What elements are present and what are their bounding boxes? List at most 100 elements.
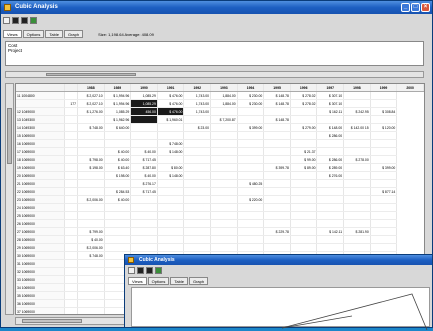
table-cell[interactable]: $ 2,027.10 [77, 99, 105, 108]
table-cell[interactable] [130, 227, 158, 236]
table-cell[interactable]: $ 40.00 [130, 147, 158, 156]
table-cell[interactable] [263, 219, 291, 228]
table-cell[interactable] [343, 195, 371, 204]
scrollbar-thumb[interactable] [46, 73, 136, 76]
table-cell[interactable] [183, 187, 212, 196]
table-cell[interactable] [77, 203, 105, 212]
table-cell[interactable] [130, 243, 158, 252]
table-cell[interactable] [290, 115, 318, 124]
table-cell[interactable] [263, 155, 291, 164]
table-cell[interactable]: $ 229.78 [263, 227, 291, 236]
table-cell[interactable] [370, 131, 398, 140]
table-cell[interactable] [183, 227, 212, 236]
column-header[interactable]: 1997 [316, 84, 345, 92]
table-cell[interactable] [183, 131, 212, 140]
tab-table[interactable]: Table [45, 30, 63, 38]
table-cell[interactable] [237, 187, 265, 196]
table-cell[interactable]: $ 148.00 [157, 171, 185, 180]
table-cell[interactable] [316, 203, 345, 212]
table-cell[interactable] [316, 115, 345, 124]
table-cell[interactable] [130, 131, 158, 140]
table-cell[interactable] [370, 179, 398, 188]
table-cell[interactable] [290, 195, 318, 204]
table-cell[interactable]: $ 1,994.96 [104, 91, 132, 100]
table-cell[interactable] [64, 115, 78, 124]
table-cell[interactable]: $ 877.14 [370, 187, 398, 196]
table-cell[interactable]: $ 748.00 [157, 139, 185, 148]
row-label[interactable]: 14 1049300 [16, 123, 65, 132]
table-cell[interactable]: $ 476.00 [157, 99, 185, 108]
table-cell[interactable] [290, 211, 318, 220]
description-textarea[interactable]: Cost Project [5, 41, 424, 66]
table-cell[interactable] [104, 211, 132, 220]
table-cell[interactable] [263, 211, 291, 220]
tab-graph[interactable]: Graph [188, 277, 209, 285]
table-cell[interactable] [157, 131, 185, 140]
table-cell[interactable] [64, 299, 78, 308]
table-cell[interactable] [77, 131, 105, 140]
table-cell[interactable] [157, 155, 185, 164]
tab-views[interactable]: Views [3, 30, 22, 38]
table-cell[interactable] [77, 187, 105, 196]
table-cell[interactable] [343, 139, 371, 148]
column-header[interactable]: 1994 [237, 84, 265, 92]
table-cell[interactable] [370, 155, 398, 164]
table-cell[interactable] [237, 211, 265, 220]
row-label[interactable]: 36 1069000 [16, 299, 65, 308]
grid-icon[interactable] [21, 17, 28, 24]
table-cell[interactable] [370, 195, 398, 204]
table-cell[interactable]: $ 40.00 [130, 171, 158, 180]
table-cell[interactable] [290, 107, 318, 116]
table-cell[interactable] [343, 187, 371, 196]
table-cell[interactable] [64, 235, 78, 244]
table-cell[interactable] [237, 139, 265, 148]
tab-views[interactable]: Views [128, 277, 147, 285]
table-cell[interactable] [263, 107, 291, 116]
table-cell[interactable] [237, 131, 265, 140]
table-cell[interactable] [343, 219, 371, 228]
table-cell[interactable] [316, 139, 345, 148]
row-label[interactable]: 28 1069000 [16, 235, 65, 244]
table-cell[interactable] [370, 227, 398, 236]
table-cell[interactable] [183, 171, 212, 180]
row-label[interactable]: 11 1004800 [16, 91, 65, 100]
grid-icon[interactable] [146, 267, 153, 274]
new-icon[interactable] [128, 267, 135, 274]
table-cell[interactable]: $ 148.00 [316, 123, 345, 132]
column-header[interactable]: 1988 [77, 84, 105, 92]
row-label[interactable]: 31 1069000 [16, 259, 65, 268]
table-cell[interactable] [210, 195, 238, 204]
table-cell[interactable] [64, 275, 78, 284]
row-label[interactable]: 27 1069000 [16, 227, 65, 236]
minimize-icon[interactable]: _ [401, 3, 410, 12]
table-cell[interactable]: $ 198.00 [104, 171, 132, 180]
table-cell[interactable]: 456.00 [130, 107, 158, 116]
table-cell[interactable] [77, 283, 105, 292]
table-cell[interactable] [370, 219, 398, 228]
table-cell[interactable] [77, 139, 105, 148]
table-cell[interactable] [370, 203, 398, 212]
table-cell[interactable] [370, 115, 398, 124]
table-cell[interactable] [316, 243, 345, 252]
table-cell[interactable]: $ 286.00 [316, 131, 345, 140]
table-cell[interactable] [64, 243, 78, 252]
table-cell[interactable]: $ 1,276.00 [77, 107, 105, 116]
table-cell[interactable]: $ 399.78 [263, 163, 291, 172]
upper-horizontal-scrollbar[interactable] [5, 71, 424, 78]
table-cell[interactable] [183, 243, 212, 252]
column-header[interactable]: 1989 [104, 84, 132, 92]
table-cell[interactable] [316, 211, 345, 220]
table-cell[interactable]: $ 162.11 [316, 107, 345, 116]
table-cell[interactable] [130, 219, 158, 228]
row-label[interactable]: 33 1069000 [16, 275, 65, 284]
row-label[interactable]: 30 1069000 [16, 251, 65, 260]
row-label[interactable]: 22 1069000 [16, 187, 65, 196]
column-header[interactable] [64, 84, 78, 92]
column-header[interactable]: 1992 [183, 84, 212, 92]
table-cell[interactable]: $ 399.00 [370, 163, 398, 172]
table-cell[interactable] [77, 275, 105, 284]
table-cell[interactable] [77, 115, 105, 124]
grid-horizontal-scrollbar[interactable] [15, 317, 125, 325]
table-cell[interactable] [130, 211, 158, 220]
table-cell[interactable]: $ 40.00 [104, 195, 132, 204]
